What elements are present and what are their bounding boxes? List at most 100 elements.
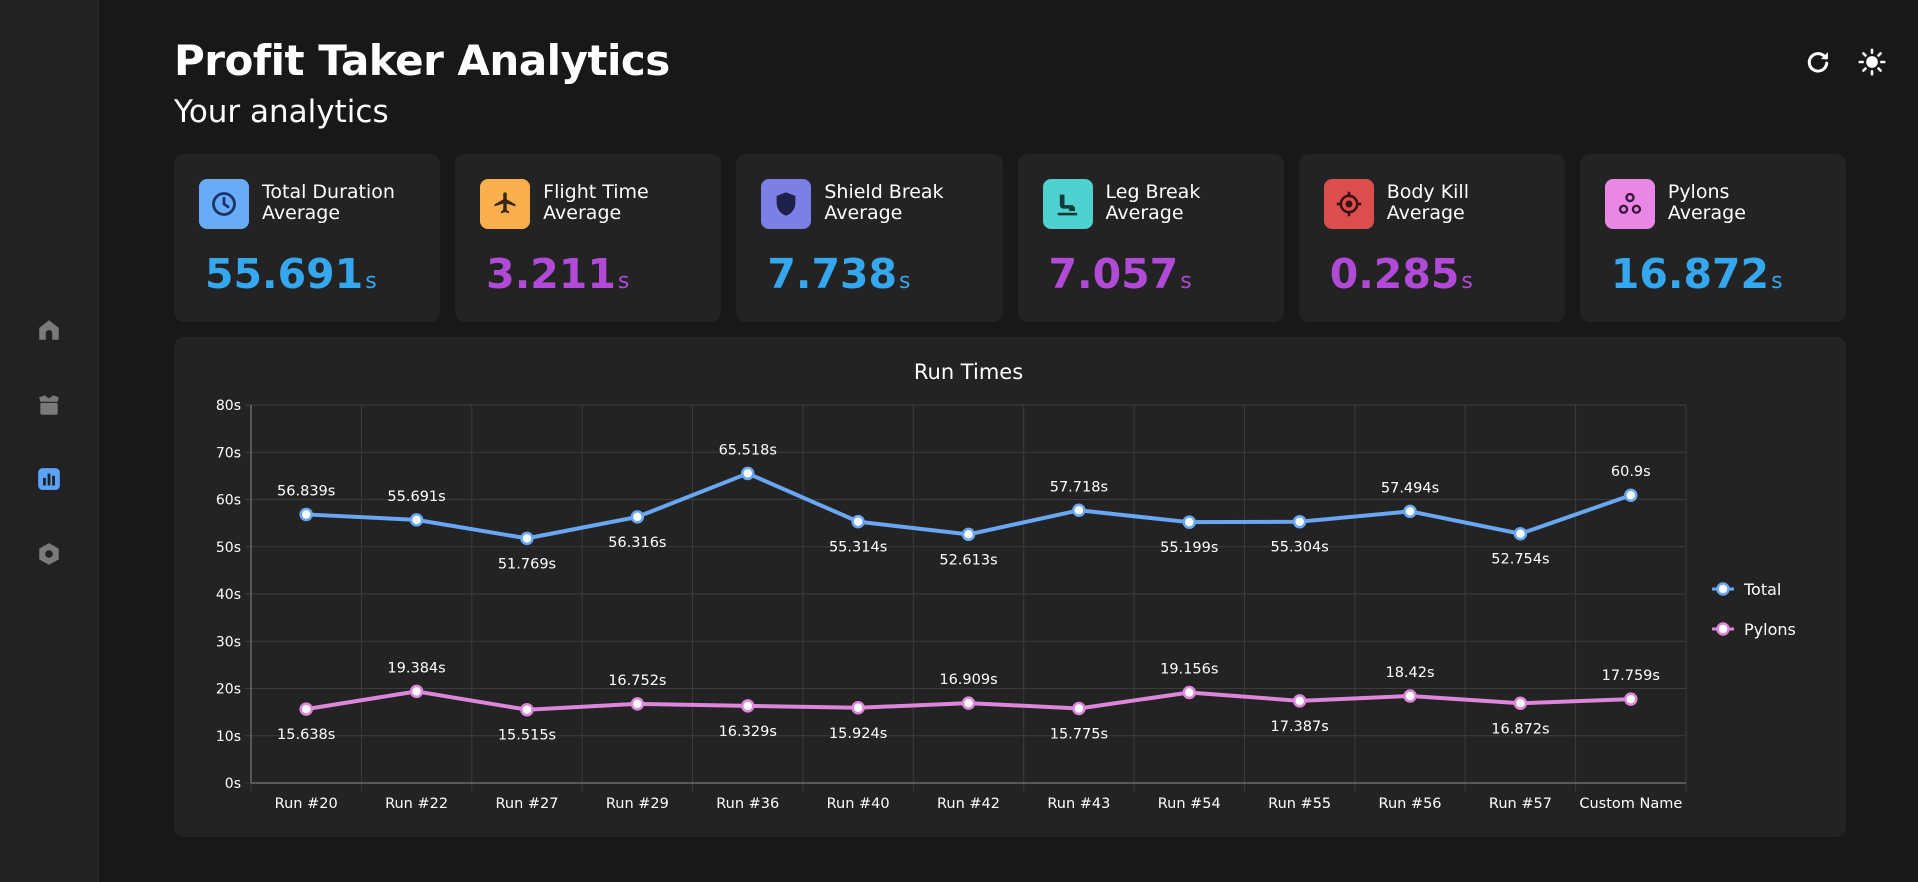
x-tick-label: Run #20: [275, 796, 338, 812]
y-tick-label: 60s: [216, 493, 241, 509]
data-point: [1292, 694, 1307, 708]
y-tick-label: 40s: [216, 587, 241, 603]
shield-icon: [777, 192, 796, 216]
data-label: 17.387s: [1271, 719, 1329, 735]
legend-label: Pylons: [1744, 620, 1796, 639]
x-tick-label: Run #57: [1489, 796, 1552, 812]
page-subtitle: Your analytics: [174, 94, 389, 130]
data-label: 56.839s: [277, 483, 335, 499]
data-point: [1072, 503, 1086, 518]
stat-card-body-kill: Body Kill Average 0.285s: [1298, 154, 1565, 322]
y-tick-label: 70s: [216, 445, 241, 461]
page-title: Profit Taker Analytics: [174, 36, 670, 85]
home-icon: [39, 320, 59, 340]
data-point: [299, 702, 313, 716]
card-value: 55.691s: [205, 250, 377, 298]
card-value: 7.738s: [767, 250, 911, 298]
legend-swatch-marker: [1716, 622, 1730, 636]
run-times-chart-panel: Run Times 0s 10s 20s 30s 40s 50s 60s 70s 80s Run #…: [174, 337, 1846, 837]
card-label: Total Duration Average: [262, 181, 395, 224]
stat-card-total-duration: Total Duration Average 55.691s: [174, 154, 441, 322]
card-icon-box: [480, 179, 531, 229]
data-point: [740, 466, 755, 481]
x-tick-label: Run #55: [1268, 796, 1331, 812]
data-label: 55.304s: [1271, 540, 1329, 556]
x-tick-label: Run #29: [606, 796, 669, 812]
data-point: [1182, 685, 1197, 700]
sun-icon: [1858, 48, 1886, 76]
data-label: 16.752s: [608, 673, 666, 689]
data-point: [1403, 689, 1417, 703]
data-point: [1403, 504, 1417, 519]
clock-icon: [212, 192, 236, 216]
data-label: 15.775s: [1050, 726, 1108, 742]
pylons-icon: [1618, 192, 1641, 214]
data-point: [520, 702, 534, 717]
data-label: 57.718s: [1050, 479, 1108, 495]
nav-settings[interactable]: [35, 540, 63, 568]
data-label: 16.872s: [1491, 721, 1549, 737]
card-icon-box: [761, 179, 812, 229]
data-point: [1072, 701, 1086, 716]
x-tick-label: Custom Name: [1579, 796, 1682, 812]
data-point: [851, 514, 865, 529]
data-label: 52.613s: [939, 552, 997, 568]
data-point: [630, 697, 645, 711]
y-tick-label: 20s: [216, 682, 241, 698]
data-label: 56.316s: [608, 535, 666, 551]
data-point: [1624, 692, 1638, 706]
data-label: 17.759s: [1602, 668, 1660, 684]
card-label: Shield Break Average: [824, 181, 944, 224]
data-label: 16.329s: [719, 724, 777, 740]
y-tick-label: 80s: [216, 398, 241, 414]
x-tick-label: Run #54: [1158, 796, 1221, 812]
legend-swatch-marker: [1716, 582, 1730, 596]
theme-toggle-button[interactable]: [1856, 46, 1888, 78]
stat-card-leg-break: Leg Break Average 7.057s: [1017, 154, 1284, 322]
box-icon: [39, 395, 59, 415]
card-label: Body Kill Average: [1386, 181, 1469, 224]
card-value: 0.285s: [1329, 250, 1473, 298]
stat-cards: Total Duration Average 55.691s Flight Tim…: [174, 154, 1847, 322]
data-label: 65.518s: [719, 442, 777, 458]
data-point: [409, 513, 424, 527]
data-label: 15.924s: [829, 726, 887, 742]
data-label: 55.691s: [387, 489, 445, 505]
data-label: 55.314s: [829, 540, 887, 556]
sidebar: [0, 0, 99, 882]
leg-icon: [1057, 194, 1077, 216]
hexagon-icon: [39, 543, 59, 565]
data-point: [299, 507, 313, 522]
toolbar: [1802, 46, 1888, 78]
stat-card-flight-time: Flight Time Average 3.211s: [455, 154, 722, 322]
data-label: 15.638s: [277, 727, 335, 743]
airplane-icon: [494, 192, 516, 214]
data-label: 57.494s: [1381, 480, 1439, 496]
data-point: [740, 699, 755, 713]
y-tick-label: 0s: [225, 776, 241, 792]
card-icon-box: [199, 179, 249, 229]
target-icon: [1336, 191, 1361, 217]
nav-home[interactable]: [35, 316, 63, 344]
data-point: [409, 684, 424, 699]
nav-box[interactable]: [35, 391, 63, 419]
x-tick-label: Run #22: [385, 796, 448, 812]
data-label: 55.199s: [1160, 540, 1218, 556]
data-point: [1624, 488, 1638, 502]
card-value: 7.057s: [1048, 250, 1192, 298]
card-icon-box: [1042, 179, 1093, 229]
data-point: [961, 527, 976, 542]
run-times-chart: Run Times 0s 10s 20s 30s 40s 50s 60s 70s 80s Run #…: [216, 360, 1796, 812]
stat-card-pylons: Pylons Average 16.872s: [1579, 154, 1847, 322]
data-label: 15.515s: [498, 728, 556, 744]
x-tick-label: Run #36: [716, 796, 779, 812]
analytics-icon: [38, 468, 60, 490]
data-point: [1513, 696, 1528, 711]
refresh-button[interactable]: [1802, 46, 1834, 78]
stat-card-shield-break: Shield Break Average 7.738s: [736, 154, 1003, 322]
card-icon-box: [1323, 179, 1374, 229]
data-label: 16.909s: [939, 672, 997, 688]
data-label: 51.769s: [498, 556, 556, 572]
x-tick-label: Run #56: [1379, 796, 1442, 812]
nav-analytics[interactable]: [35, 465, 63, 493]
